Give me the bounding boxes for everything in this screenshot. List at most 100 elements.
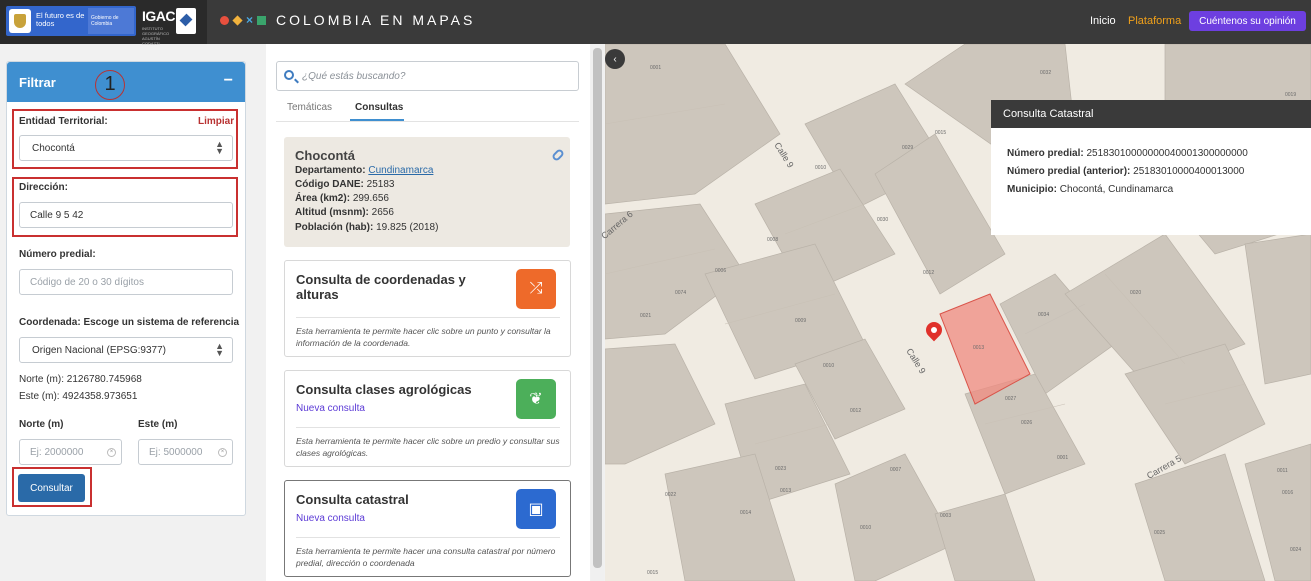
municipio-card: Chocontá Departamento: Cundinamarca Códi… xyxy=(284,137,570,247)
municipio-name: Chocontá xyxy=(295,148,355,163)
nueva-consulta-link[interactable]: Nueva consulta xyxy=(296,403,365,414)
brand[interactable]: × COLOMBIA EN MAPAS xyxy=(220,12,475,28)
svg-text:0015: 0015 xyxy=(935,130,946,136)
svg-text:0009: 0009 xyxy=(795,318,806,324)
popup-municipio: Municipio: Chocontá, Cundinamarca xyxy=(1007,184,1174,195)
consultar-button[interactable]: Consultar xyxy=(18,474,85,502)
catastro-popup: Consulta Catastral Número predial: 25183… xyxy=(991,100,1311,235)
tool-card-agrologicas[interactable]: Consulta clases agrológicas Nueva consul… xyxy=(284,370,571,467)
popup-anterior: Número predial (anterior): 2518301000040… xyxy=(1007,166,1245,177)
tool-desc: Esta herramienta te permite hacer una co… xyxy=(296,546,556,568)
svg-text:0006: 0006 xyxy=(715,268,726,274)
municipio-depto: Departamento: Cundinamarca xyxy=(295,165,434,176)
svg-text:0010: 0010 xyxy=(860,525,871,531)
svg-text:0003: 0003 xyxy=(940,513,951,519)
shuffle-icon: ⤮ xyxy=(516,269,556,309)
svg-text:0010: 0010 xyxy=(823,363,834,369)
svg-text:0025: 0025 xyxy=(1154,530,1165,536)
tab-active-indicator xyxy=(350,119,404,121)
entidad-value: Chocontá xyxy=(32,143,75,154)
coord-system-select[interactable]: Origen Nacional (EPSG:9377) ▲ ▼ xyxy=(19,337,233,363)
svg-text:0011: 0011 xyxy=(1277,468,1288,474)
svg-text:0023: 0023 xyxy=(775,466,786,472)
svg-text:0001: 0001 xyxy=(650,65,661,71)
svg-text:0029: 0029 xyxy=(902,145,913,151)
svg-text:0019: 0019 xyxy=(1285,92,1296,98)
nav-inicio[interactable]: Inicio xyxy=(1090,15,1116,27)
svg-text:0074: 0074 xyxy=(675,290,686,296)
gov-banner: El futuro es de todos Gobierno de Colomb… xyxy=(6,6,136,36)
svg-text:0022: 0022 xyxy=(665,492,676,498)
igac-logo-text: IGAC xyxy=(142,8,176,24)
gov-slogan: El futuro es de todos xyxy=(36,11,85,28)
popup-numero: Número predial: 251830100000000400013000… xyxy=(1007,148,1248,159)
numero-predial-label: Número predial: xyxy=(19,249,96,260)
entidad-select[interactable]: Chocontá ▲ ▼ xyxy=(19,135,233,161)
svg-text:0024: 0024 xyxy=(1290,547,1301,553)
layout-icon: ▣ xyxy=(516,489,556,529)
svg-text:0026: 0026 xyxy=(1021,420,1032,426)
popup-title: Consulta Catastral xyxy=(991,100,1311,128)
coordenada-label: Coordenada: Escoge un sistema de referen… xyxy=(19,317,240,328)
tab-tematicas[interactable]: Temáticas xyxy=(287,102,332,113)
svg-text:0001: 0001 xyxy=(1057,455,1068,461)
block xyxy=(605,343,716,465)
link-icon[interactable] xyxy=(550,147,566,163)
gov-sub: Gobierno de Colombia xyxy=(88,8,134,34)
tool-divider xyxy=(296,427,560,428)
block xyxy=(1244,233,1311,385)
tool-divider xyxy=(296,537,560,538)
svg-text:0012: 0012 xyxy=(923,270,934,276)
norte-readout: Norte (m): 2126780.745968 xyxy=(19,374,142,385)
svg-text:0012: 0012 xyxy=(850,408,861,414)
svg-text:0021: 0021 xyxy=(640,313,651,319)
coord-system-value: Origen Nacional (EPSG:9377) xyxy=(32,345,166,356)
tab-divider xyxy=(276,121,579,122)
filter-header[interactable]: Filtrar − xyxy=(7,62,245,102)
collapse-icon[interactable]: − xyxy=(224,72,233,90)
municipio-altitud: Altitud (msnm): 2656 xyxy=(295,207,394,218)
search-box[interactable] xyxy=(276,61,579,91)
nav-plataforma[interactable]: Plataforma xyxy=(1128,15,1181,27)
clear-norte-icon[interactable]: × xyxy=(107,448,116,457)
tool-title: Consulta catastral xyxy=(296,492,409,507)
scrollbar-thumb[interactable] xyxy=(593,48,602,568)
igac-emblem-icon xyxy=(176,8,196,34)
este-label: Este (m) xyxy=(138,419,178,430)
svg-text:0016: 0016 xyxy=(1282,490,1293,496)
search-input[interactable] xyxy=(302,67,572,85)
numero-predial-input[interactable] xyxy=(19,269,233,295)
municipio-poblacion: Población (hab): 19.825 (2018) xyxy=(295,222,439,233)
depto-link[interactable]: Cundinamarca xyxy=(368,165,433,176)
direccion-input[interactable] xyxy=(19,202,233,228)
tool-divider xyxy=(296,317,560,318)
svg-text:0013: 0013 xyxy=(973,345,984,351)
tab-consultas[interactable]: Consultas xyxy=(355,102,403,113)
brand-cross-icon: × xyxy=(246,12,254,27)
municipio-area: Área (km2): 299.656 xyxy=(295,193,389,204)
svg-text:0013: 0013 xyxy=(780,488,791,494)
nueva-consulta-link[interactable]: Nueva consulta xyxy=(296,513,365,524)
igac-sub: INSTITUTO GEOGRÁFICO AGUSTÍN CODAZZI xyxy=(142,26,170,46)
brand-square-icon xyxy=(257,15,267,25)
top-bar: El futuro es de todos Gobierno de Colomb… xyxy=(0,0,1311,46)
feedback-button[interactable]: Cuéntenos su opinión xyxy=(1189,11,1306,31)
gov-logo[interactable]: El futuro es de todos Gobierno de Colomb… xyxy=(0,0,207,46)
collapse-panel-icon[interactable]: ‹ xyxy=(605,49,625,69)
clear-este-icon[interactable]: × xyxy=(218,448,227,457)
svg-text:0010: 0010 xyxy=(815,165,826,171)
plant-icon: ❦ xyxy=(516,379,556,419)
svg-text:0030: 0030 xyxy=(877,217,888,223)
brand-diamond-icon xyxy=(232,14,243,26)
filter-title: Filtrar xyxy=(19,75,56,90)
direccion-label: Dirección: xyxy=(19,182,68,193)
tool-title: Consulta clases agrológicas xyxy=(296,382,472,397)
block xyxy=(605,44,781,205)
tool-title: Consulta de coordenadas y alturas xyxy=(296,272,466,302)
svg-text:0034: 0034 xyxy=(1038,312,1049,318)
svg-text:0020: 0020 xyxy=(1130,290,1141,296)
tool-card-coordenadas[interactable]: Consulta de coordenadas y alturas ⤮ Esta… xyxy=(284,260,571,357)
limpiar-link[interactable]: Limpiar xyxy=(198,116,234,127)
tool-card-catastral[interactable]: Consulta catastral Nueva consulta ▣ Esta… xyxy=(284,480,571,577)
svg-text:0027: 0027 xyxy=(1005,396,1016,402)
